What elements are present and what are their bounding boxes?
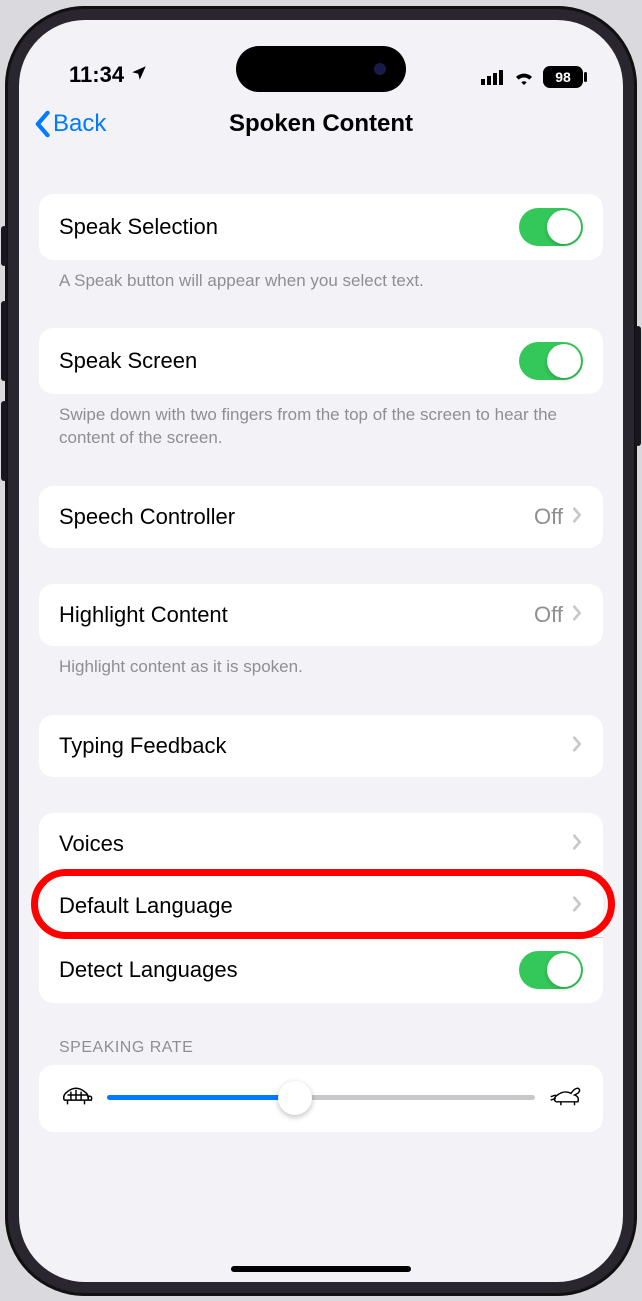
row-label: Detect Languages xyxy=(59,957,238,983)
location-icon xyxy=(130,62,148,88)
detect-languages-row[interactable]: Detect Languages xyxy=(39,937,603,1003)
row-label: Speech Controller xyxy=(59,504,235,530)
settings-content[interactable]: Speak Selection A Speak button will appe… xyxy=(19,158,623,1268)
row-label: Speak Screen xyxy=(59,348,197,374)
row-label: Speak Selection xyxy=(59,214,218,240)
volume-down-button xyxy=(1,401,7,481)
speak-screen-toggle[interactable] xyxy=(519,342,583,380)
volume-up-button xyxy=(1,301,7,381)
chevron-right-icon xyxy=(571,733,583,759)
row-label: Voices xyxy=(59,831,124,857)
chevron-left-icon xyxy=(33,110,51,138)
typing-feedback-row[interactable]: Typing Feedback xyxy=(39,715,603,777)
back-label: Back xyxy=(53,110,106,138)
power-button xyxy=(635,326,641,446)
speaking-rate-slider[interactable] xyxy=(107,1095,535,1100)
row-value: Off xyxy=(534,602,563,628)
front-camera-icon xyxy=(374,63,386,75)
speak-screen-footer: Swipe down with two fingers from the top… xyxy=(39,394,603,450)
speak-selection-row[interactable]: Speak Selection xyxy=(39,194,603,260)
dynamic-island xyxy=(236,46,406,92)
screen: 11:34 98 Back Sp xyxy=(19,20,623,1282)
chevron-right-icon xyxy=(571,893,583,919)
row-label: Default Language xyxy=(59,893,233,919)
page-title: Spoken Content xyxy=(229,110,413,138)
voices-row[interactable]: Voices xyxy=(39,813,603,875)
row-label: Highlight Content xyxy=(59,602,228,628)
wifi-icon xyxy=(513,69,535,85)
slider-thumb[interactable] xyxy=(278,1081,312,1115)
speaking-rate-header: SPEAKING RATE xyxy=(39,1039,603,1065)
back-button[interactable]: Back xyxy=(33,110,106,138)
chevron-right-icon xyxy=(571,504,583,530)
chevron-right-icon xyxy=(571,602,583,628)
highlight-content-footer: Highlight content as it is spoken. xyxy=(39,646,603,679)
phone-frame: 11:34 98 Back Sp xyxy=(5,6,637,1296)
speak-selection-footer: A Speak button will appear when you sele… xyxy=(39,260,603,293)
status-time: 11:34 xyxy=(69,62,124,88)
rabbit-icon xyxy=(549,1083,583,1112)
detect-languages-toggle[interactable] xyxy=(519,951,583,989)
row-label: Typing Feedback xyxy=(59,733,227,759)
home-indicator[interactable] xyxy=(231,1266,411,1272)
default-language-row[interactable]: Default Language xyxy=(39,875,603,937)
cellular-icon xyxy=(481,69,505,85)
battery-icon: 98 xyxy=(543,66,583,88)
battery-level: 98 xyxy=(555,69,571,85)
speak-screen-row[interactable]: Speak Screen xyxy=(39,328,603,394)
chevron-right-icon xyxy=(571,831,583,857)
speak-selection-toggle[interactable] xyxy=(519,208,583,246)
mute-switch xyxy=(1,226,7,266)
speech-controller-row[interactable]: Speech Controller Off xyxy=(39,486,603,548)
nav-bar: Back Spoken Content xyxy=(19,90,623,158)
highlight-content-row[interactable]: Highlight Content Off xyxy=(39,584,603,646)
turtle-icon xyxy=(59,1083,93,1112)
row-value: Off xyxy=(534,504,563,530)
